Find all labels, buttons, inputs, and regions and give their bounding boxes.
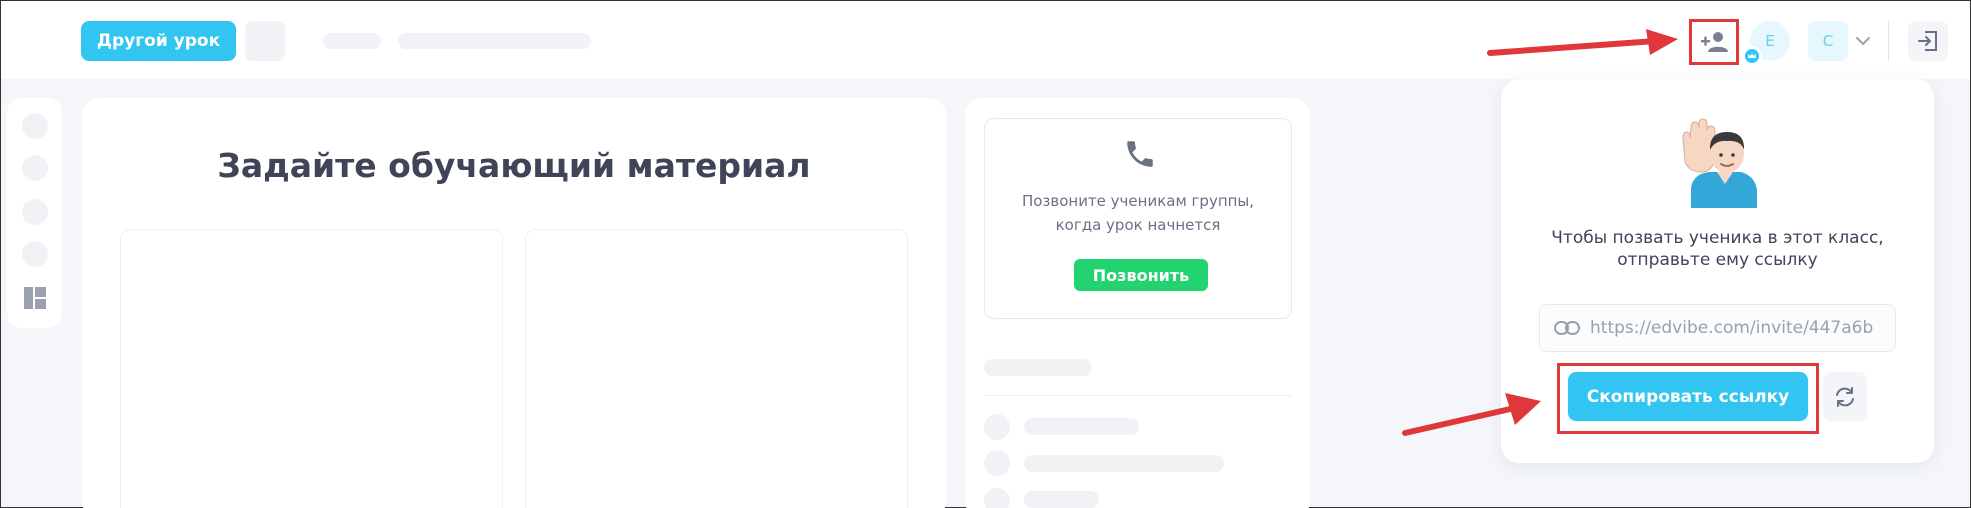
regenerate-link-button[interactable] — [1823, 372, 1867, 421]
divider — [1888, 21, 1889, 61]
left-toolbar — [7, 98, 62, 328]
copy-link-button[interactable]: Скопировать ссылку — [1568, 372, 1808, 421]
toolbar-placeholder — [22, 155, 48, 181]
other-lesson-button[interactable]: Другой урок — [81, 21, 236, 61]
logout-icon — [1918, 31, 1937, 51]
refresh-icon — [1836, 386, 1854, 407]
chevron-down-icon[interactable] — [1853, 31, 1873, 51]
raising-hand-man-emoji — [1682, 118, 1757, 208]
placeholder-line — [1024, 491, 1099, 508]
placeholder-avatar — [984, 414, 1010, 440]
logout-button[interactable] — [1908, 21, 1948, 61]
avatar-user[interactable]: C — [1808, 21, 1848, 61]
placeholder-avatar — [984, 488, 1010, 508]
toolbar-placeholder — [22, 113, 48, 139]
divider — [984, 395, 1292, 396]
side-panel: Позвоните ученикам группы, когда урок на… — [965, 98, 1310, 508]
placeholder-line — [1024, 418, 1139, 435]
invite-hint: Чтобы позвать ученика в этот класс, отпр… — [1501, 227, 1934, 271]
toolbar-placeholder — [22, 241, 48, 267]
invite-link-text[interactable]: https://edvibe.com/invite/447a6b — [1590, 318, 1873, 338]
layout-icon[interactable] — [24, 287, 46, 309]
invite-hint-line: отправьте ему ссылку — [1617, 250, 1818, 270]
invite-link-field[interactable]: https://edvibe.com/invite/447a6b — [1539, 304, 1896, 352]
placeholder-avatar — [984, 450, 1010, 476]
material-slot[interactable] — [120, 229, 503, 508]
add-student-button[interactable] — [1689, 19, 1739, 65]
material-slot[interactable] — [525, 229, 908, 508]
placeholder-breadcrumb — [323, 33, 381, 49]
annotation-arrow — [1402, 393, 1541, 436]
phone-icon — [1127, 141, 1153, 167]
invite-popover: Чтобы позвать ученика в этот класс, отпр… — [1501, 79, 1934, 463]
page-title: Задайте обучающий материал — [217, 146, 811, 185]
learning-material-card: Задайте обучающий материал — [82, 98, 946, 508]
invite-hint-line: Чтобы позвать ученика в этот класс, — [1551, 228, 1884, 248]
placeholder-lesson-title — [398, 33, 591, 49]
annotation-arrow — [1487, 29, 1678, 56]
call-hint-line: когда урок начнется — [1055, 216, 1221, 234]
placeholder-heading — [984, 359, 1092, 376]
crown-icon — [1742, 46, 1762, 66]
placeholder-button — [245, 21, 285, 61]
call-hint: Позвоните ученикам группы, когда урок на… — [985, 189, 1291, 237]
person-add-icon — [1701, 32, 1728, 52]
toolbar-placeholder — [22, 199, 48, 225]
call-hint-line: Позвоните ученикам группы, — [1021, 192, 1255, 210]
link-icon — [1554, 321, 1580, 335]
placeholder-line — [1024, 455, 1224, 472]
call-card: Позвоните ученикам группы, когда урок на… — [984, 118, 1292, 319]
call-button[interactable]: Позвонить — [1074, 259, 1208, 291]
